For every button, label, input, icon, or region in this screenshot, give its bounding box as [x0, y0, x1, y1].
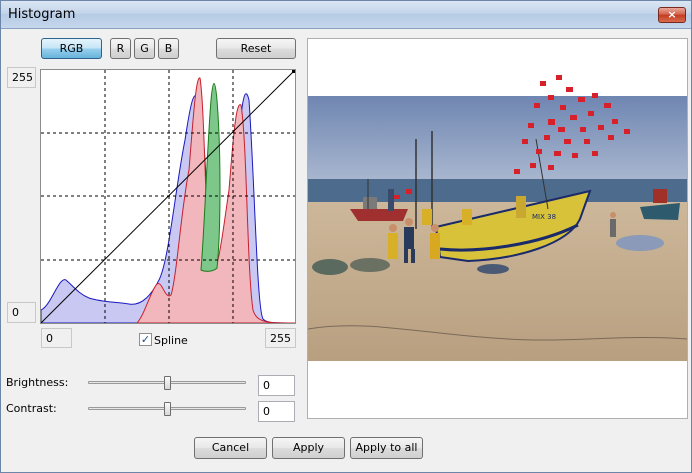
y-max-label: 255 — [7, 67, 36, 88]
checkmark-icon: ✓ — [140, 333, 151, 346]
spline-checkbox[interactable]: ✓ — [139, 333, 152, 346]
histogram-dialog: Histogram × RGB R G B Reset 255 0 0 255 … — [0, 0, 692, 473]
brightness-slider-thumb[interactable] — [163, 376, 171, 390]
reset-button[interactable]: Reset — [216, 38, 296, 59]
channel-g-button[interactable]: G — [134, 38, 155, 59]
histogram-graph[interactable] — [40, 69, 296, 324]
cancel-button[interactable]: Cancel — [194, 437, 267, 459]
close-button[interactable]: × — [658, 7, 686, 23]
contrast-input[interactable]: 0 — [258, 401, 295, 422]
close-icon: × — [667, 8, 677, 21]
contrast-label: Contrast: — [6, 402, 57, 415]
spline-label: Spline — [154, 334, 188, 347]
boat-registration: MIX 38 — [532, 213, 556, 221]
title-bar[interactable]: Histogram × — [1, 1, 691, 29]
window-title: Histogram — [8, 7, 76, 22]
brightness-label: Brightness: — [6, 376, 69, 389]
beach-photo: MIX 38 — [308, 75, 687, 361]
channel-rgb-button[interactable]: RGB — [41, 38, 102, 59]
curve-endpoint-handle[interactable] — [292, 70, 295, 73]
x-min-input[interactable]: 0 — [41, 328, 72, 348]
histogram-svg[interactable] — [40, 69, 296, 324]
channel-r-button[interactable]: R — [110, 38, 131, 59]
apply-to-all-button[interactable]: Apply to all — [350, 437, 423, 459]
contrast-slider-thumb[interactable] — [163, 402, 171, 416]
apply-button[interactable]: Apply — [272, 437, 345, 459]
y-min-label: 0 — [7, 302, 36, 323]
blue-histogram-area — [40, 93, 296, 324]
brightness-input[interactable]: 0 — [258, 375, 295, 396]
x-max-input[interactable]: 255 — [265, 328, 296, 348]
channel-b-button[interactable]: B — [158, 38, 179, 59]
image-preview: MIX 38 — [307, 38, 688, 419]
